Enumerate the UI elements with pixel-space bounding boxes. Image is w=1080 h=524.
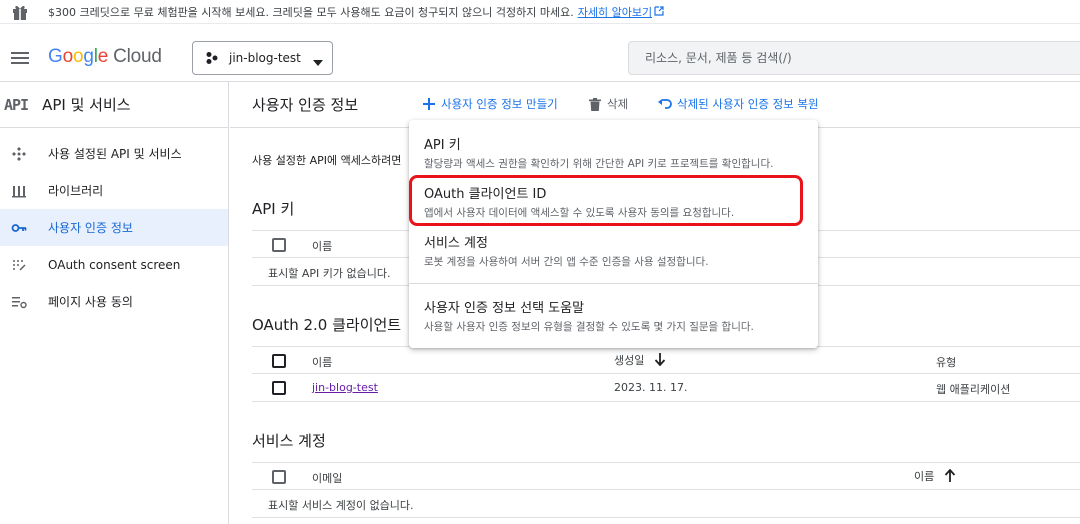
project-name: jin-blog-test: [229, 51, 301, 65]
menu-item-help-me-choose[interactable]: 사용자 인증 정보 선택 도움말 사용할 사용자 인증 정보의 유형을 결정할 …: [409, 297, 818, 334]
select-all-checkbox[interactable]: [272, 354, 286, 368]
sidebar-header: API API 및 서비스: [0, 82, 228, 128]
row-checkbox[interactable]: [272, 381, 286, 395]
arrow-down-icon: [654, 353, 666, 369]
table-header-row: 이메일 이름: [252, 462, 1080, 490]
table-row: 표시할 서비스 계정이 없습니다.: [252, 490, 1080, 518]
sidebar-item-page-agreement[interactable]: 페이지 사용 동의: [0, 283, 228, 320]
enabled-apis-icon: [10, 145, 28, 163]
empty-state: 표시할 API 키가 없습니다.: [268, 267, 391, 280]
gift-icon: [8, 0, 32, 24]
column-header-type[interactable]: 유형: [936, 354, 956, 370]
column-header-name[interactable]: 이름: [312, 354, 332, 370]
search-box[interactable]: [628, 41, 1080, 75]
sidebar: API API 및 서비스 사용 설정된 API 및 서비스 라이브러리 사용자…: [0, 82, 229, 524]
delete-button[interactable]: 삭제: [588, 96, 628, 112]
sidebar-item-oauth-consent[interactable]: OAuth consent screen: [0, 246, 228, 283]
client-name-link[interactable]: jin-blog-test: [312, 381, 378, 394]
sidebar-title: API 및 서비스: [42, 96, 131, 114]
select-all-checkbox[interactable]: [272, 470, 286, 484]
library-icon: [10, 182, 28, 200]
api-keys-title: API 키: [252, 200, 295, 218]
column-header-name[interactable]: 이름: [312, 238, 332, 254]
api-logo: API: [4, 95, 29, 114]
plus-icon: [422, 97, 436, 111]
table-row: jin-blog-test 2023. 11. 17. 웹 애플리케이션: [252, 374, 1080, 402]
sidebar-item-credentials[interactable]: 사용자 인증 정보: [0, 209, 228, 246]
page-title: 사용자 인증 정보: [252, 96, 359, 114]
google-cloud-logo[interactable]: Google Cloud: [48, 46, 162, 68]
oauth-title: OAuth 2.0 클라이언트: [252, 316, 402, 334]
column-header-email[interactable]: 이메일: [312, 470, 342, 486]
empty-state: 표시할 서비스 계정이 없습니다.: [268, 499, 414, 512]
menu-item-service-account[interactable]: 서비스 계정 로봇 계정을 사용하여 서버 간의 앱 수준 인증을 사용 설정합…: [409, 232, 818, 269]
restore-deleted-button[interactable]: 삭제된 사용자 인증 정보 복원: [658, 96, 819, 112]
trial-banner: $300 크레딧으로 무료 체험판을 시작해 보세요. 크레딧을 모두 사용해도…: [0, 0, 1080, 24]
sidebar-item-library[interactable]: 라이브러리: [0, 172, 228, 209]
project-icon: [205, 51, 219, 65]
intro-text: 사용 설정한 API에 액세스하려면: [252, 154, 402, 167]
undo-icon: [658, 97, 672, 111]
consent-icon: [10, 256, 28, 274]
banner-message: $300 크레딧으로 무료 체험판을 시작해 보세요. 크레딧을 모두 사용해도…: [48, 5, 574, 19]
external-link-icon[interactable]: [654, 5, 664, 19]
column-header-name[interactable]: 이름: [914, 468, 956, 485]
menu-item-oauth-client-id[interactable]: OAuth 클라이언트 ID 앱에서 사용자 데이터에 액세스할 수 있도록 사…: [409, 183, 818, 220]
menu-item-api-key[interactable]: API 키 할당량과 액세스 권한을 확인하기 위해 간단한 API 키로 프로…: [409, 134, 818, 171]
arrow-up-icon: [944, 468, 956, 485]
client-created-date: 2023. 11. 17.: [614, 381, 688, 394]
sidebar-item-enabled-apis[interactable]: 사용 설정된 API 및 서비스: [0, 135, 228, 172]
table-header-row: 이름 생성일 유형: [252, 346, 1080, 374]
page-agreement-icon: [10, 293, 28, 311]
top-header: Google Cloud jin-blog-test: [0, 36, 1080, 82]
service-accounts-table: 이메일 이름 표시할 서비스 계정이 없습니다.: [252, 462, 1080, 518]
column-header-created[interactable]: 생성일: [614, 352, 666, 369]
key-icon: [10, 219, 28, 237]
oauth-table: 이름 생성일 유형 jin-blog-test 2023. 11. 17. 웹 …: [252, 346, 1080, 402]
menu-icon[interactable]: [10, 48, 30, 68]
learn-more-link[interactable]: 자세히 알아보기: [578, 4, 652, 20]
search-input[interactable]: [645, 51, 945, 65]
project-selector[interactable]: jin-blog-test: [192, 41, 333, 75]
menu-divider: [409, 283, 818, 284]
create-credentials-menu: API 키 할당량과 액세스 권한을 확인하기 위해 간단한 API 키로 프로…: [409, 120, 818, 348]
trash-icon: [588, 97, 602, 111]
client-type: 웹 애플리케이션: [936, 383, 1011, 396]
select-all-checkbox[interactable]: [272, 238, 286, 252]
service-accounts-title: 서비스 계정: [252, 432, 326, 450]
caret-down-icon: [312, 55, 323, 66]
create-credentials-button[interactable]: 사용자 인증 정보 만들기: [422, 96, 558, 112]
